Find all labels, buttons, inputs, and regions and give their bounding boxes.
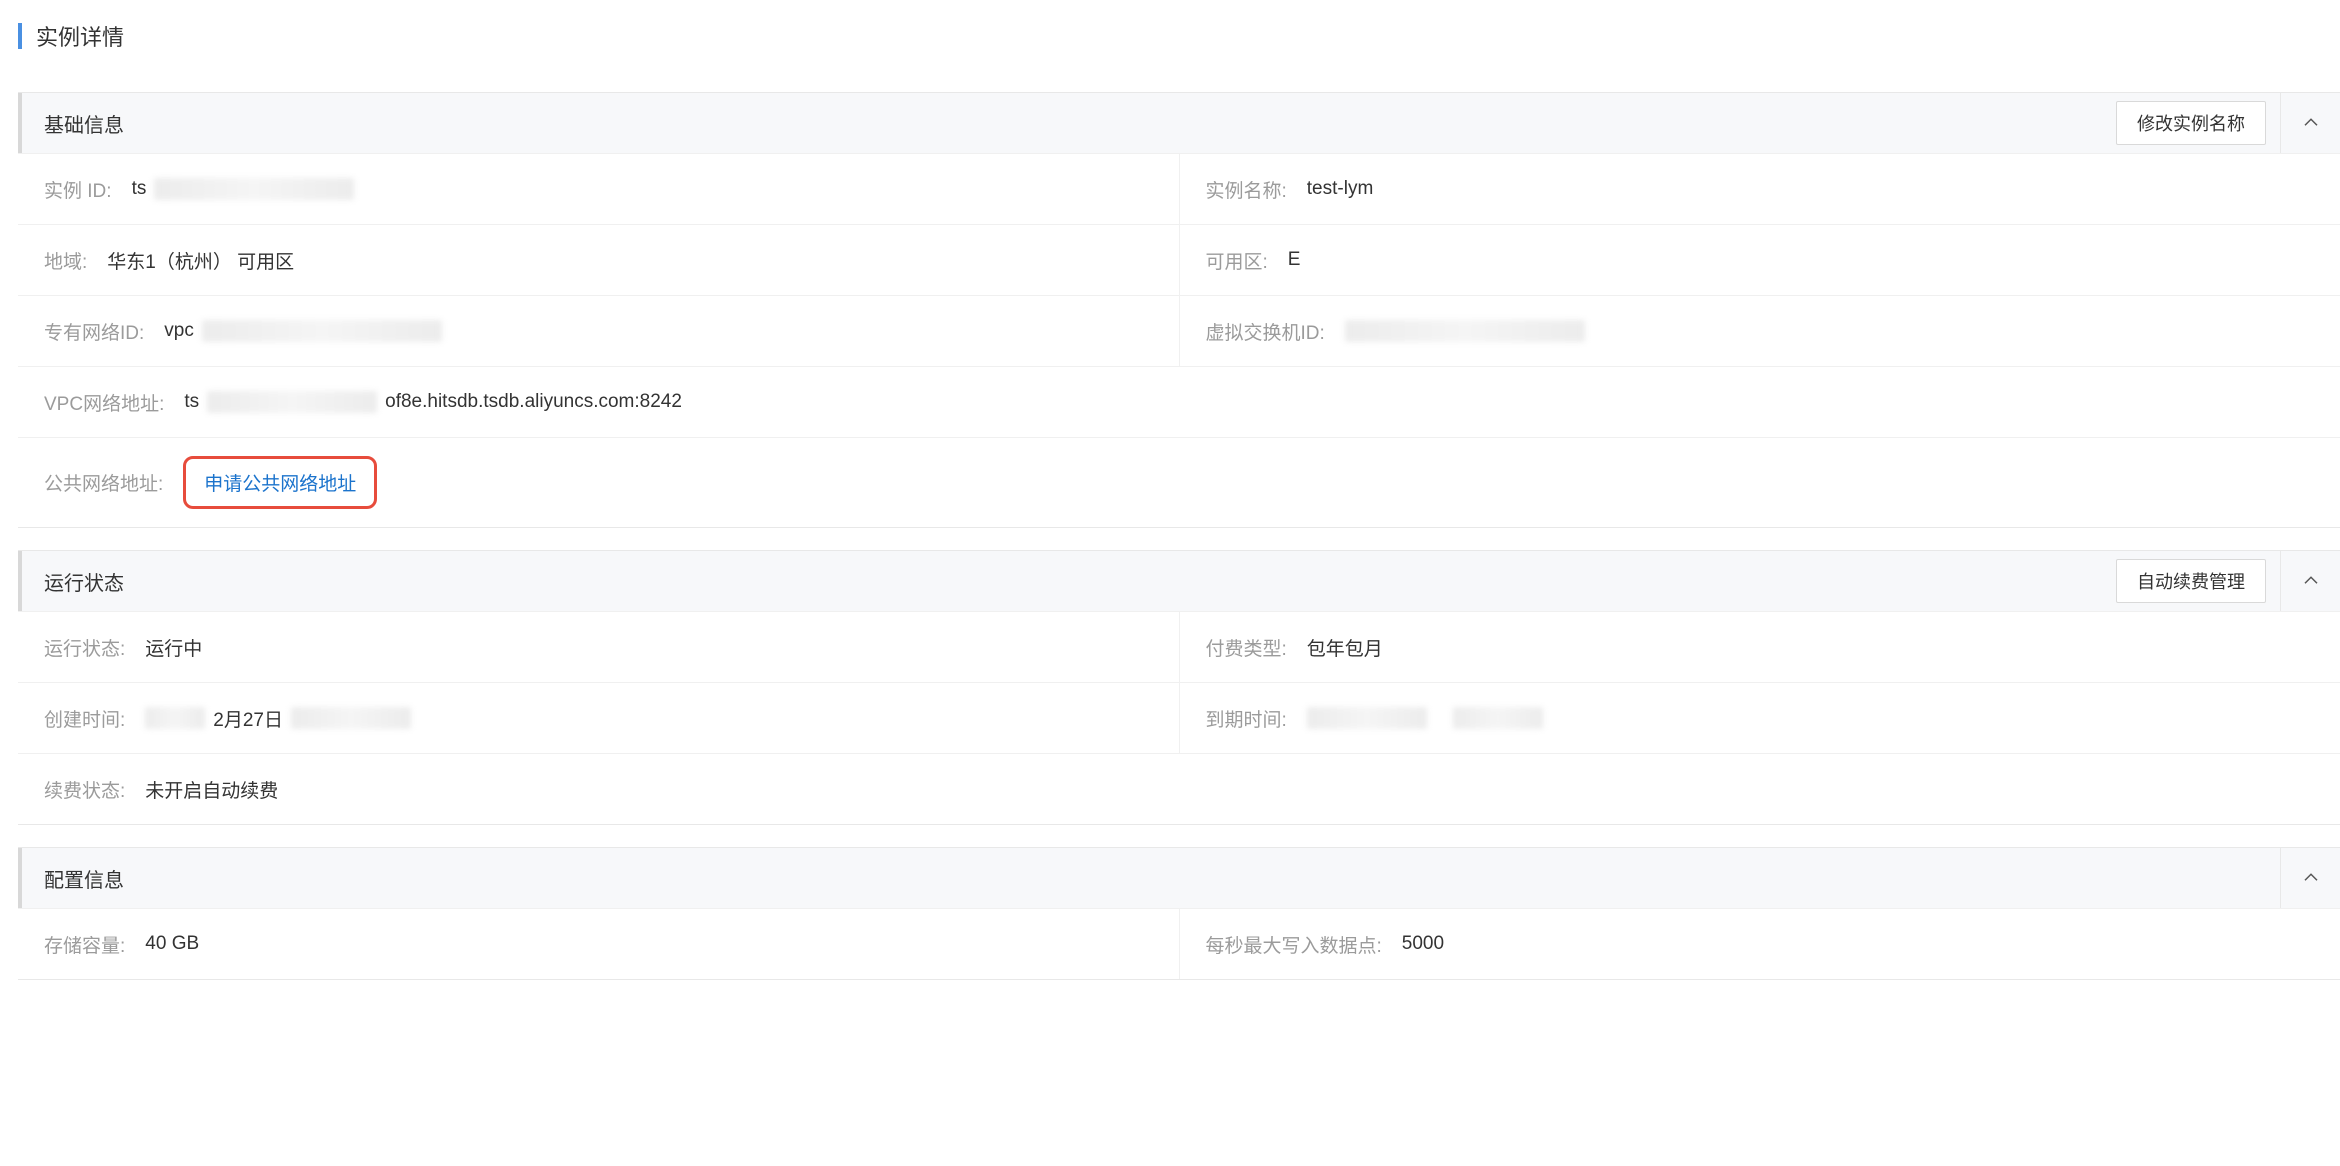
field-instance-id: 实例 ID: ts [18, 154, 1180, 224]
value-instance-name: test-lym [1307, 178, 1374, 200]
redacted-block [1307, 707, 1427, 729]
label-create-time: 创建时间: [44, 705, 125, 732]
label-pay-type: 付费类型: [1206, 634, 1287, 661]
rename-instance-button[interactable]: 修改实例名称 [2116, 101, 2266, 145]
label-vpc-address: VPC网络地址: [44, 389, 164, 416]
field-storage: 存储容量: 40 GB [18, 909, 1180, 979]
chevron-up-icon [2302, 114, 2320, 132]
label-public-address: 公共网络地址: [44, 469, 163, 496]
field-vswitch-id: 虚拟交换机ID: [1180, 296, 2340, 366]
label-run-status: 运行状态: [44, 634, 125, 661]
label-renew-status: 续费状态: [44, 776, 125, 803]
field-pay-type: 付费类型: 包年包月 [1180, 612, 2340, 682]
value-pay-type: 包年包月 [1307, 634, 1383, 661]
apply-public-address-link[interactable]: 申请公共网络地址 [204, 474, 356, 495]
label-zone: 可用区: [1206, 247, 1268, 274]
panel-header-config: 配置信息 [18, 848, 2340, 908]
field-public-address: 公共网络地址: 申请公共网络地址 [18, 438, 2340, 527]
label-max-write: 每秒最大写入数据点: [1206, 931, 1382, 958]
value-expire-time [1307, 707, 1544, 729]
field-max-write: 每秒最大写入数据点: 5000 [1180, 909, 2340, 979]
title-accent-bar [18, 23, 22, 49]
redacted-block [1453, 707, 1543, 729]
value-run-status: 运行中 [145, 634, 202, 661]
field-create-time: 创建时间: 2月27日 [18, 683, 1180, 753]
panel-basic-info: 基础信息 修改实例名称 实例 ID: ts 实例名称: test-lym 地域:… [18, 92, 2340, 528]
collapse-toggle-basic[interactable] [2280, 93, 2340, 153]
label-vpc-id: 专有网络ID: [44, 318, 144, 345]
value-create-time: 2月27日 [145, 705, 411, 732]
panel-run-status: 运行状态 自动续费管理 运行状态: 运行中 付费类型: 包年包月 创建时间: 2… [18, 550, 2340, 825]
highlight-apply-public-address: 申请公共网络地址 [183, 456, 377, 509]
value-storage: 40 GB [145, 933, 199, 955]
value-vpc-id: vpc [164, 320, 442, 342]
panel-title-config: 配置信息 [44, 864, 2280, 893]
field-renew-status: 续费状态: 未开启自动续费 [18, 754, 2340, 824]
label-vswitch-id: 虚拟交换机ID: [1206, 318, 1325, 345]
label-storage: 存储容量: [44, 931, 125, 958]
page-title-block: 实例详情 [18, 20, 2340, 52]
panel-config-info: 配置信息 存储容量: 40 GB 每秒最大写入数据点: 5000 [18, 847, 2340, 980]
value-instance-id: ts [132, 178, 355, 200]
field-vpc-id: 专有网络ID: vpc [18, 296, 1180, 366]
field-instance-name: 实例名称: test-lym [1180, 154, 2340, 224]
collapse-toggle-status[interactable] [2280, 551, 2340, 611]
page-title: 实例详情 [36, 20, 124, 52]
chevron-up-icon [2302, 572, 2320, 590]
panel-header-status: 运行状态 自动续费管理 [18, 551, 2340, 611]
field-vpc-address: VPC网络地址: tsof8e.hitsdb.tsdb.aliyuncs.com… [18, 367, 2340, 437]
value-renew-status: 未开启自动续费 [145, 776, 278, 803]
value-vpc-address: tsof8e.hitsdb.tsdb.aliyuncs.com:8242 [184, 391, 682, 413]
panel-header-basic: 基础信息 修改实例名称 [18, 93, 2340, 153]
panel-title-status: 运行状态 [44, 567, 2116, 596]
value-region: 华东1（杭州） 可用区 [107, 247, 294, 274]
redacted-block [202, 320, 442, 342]
field-region: 地域: 华东1（杭州） 可用区 [18, 225, 1180, 295]
redacted-block [154, 178, 354, 200]
field-zone: 可用区: E [1180, 225, 2340, 295]
redacted-block [1345, 320, 1585, 342]
value-zone: E [1288, 249, 1301, 271]
label-expire-time: 到期时间: [1206, 705, 1287, 732]
panel-title-basic: 基础信息 [44, 109, 2116, 138]
collapse-toggle-config[interactable] [2280, 848, 2340, 908]
label-region: 地域: [44, 247, 87, 274]
value-max-write: 5000 [1402, 933, 1444, 955]
field-expire-time: 到期时间: [1180, 683, 2340, 753]
redacted-block [291, 707, 411, 729]
redacted-block [145, 707, 205, 729]
chevron-up-icon [2302, 869, 2320, 887]
auto-renew-manage-button[interactable]: 自动续费管理 [2116, 559, 2266, 603]
field-run-status: 运行状态: 运行中 [18, 612, 1180, 682]
label-instance-name: 实例名称: [1206, 176, 1287, 203]
label-instance-id: 实例 ID: [44, 176, 112, 203]
redacted-block [207, 391, 377, 413]
value-vswitch-id [1345, 320, 1585, 342]
